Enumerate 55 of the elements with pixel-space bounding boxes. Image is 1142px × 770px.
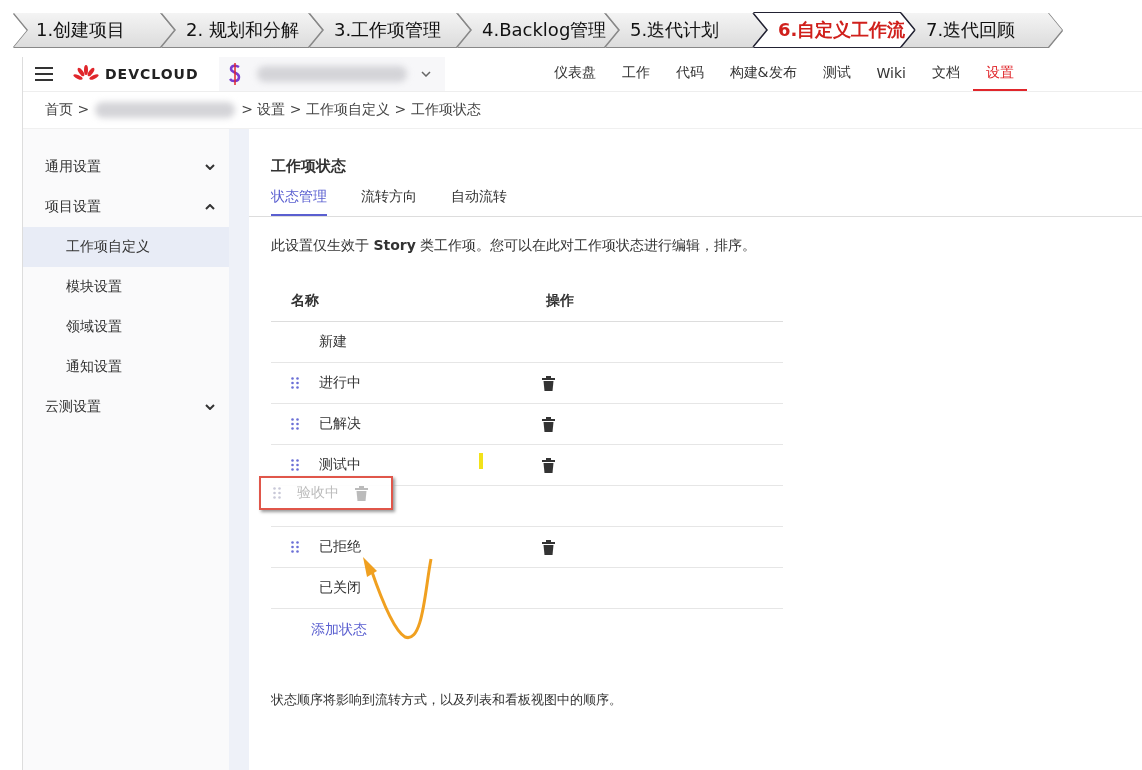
drag-handle-icon[interactable]: [291, 459, 299, 471]
drag-handle-icon[interactable]: [291, 418, 299, 430]
text-cursor: [479, 453, 483, 469]
menu-icon[interactable]: [35, 67, 53, 81]
sidebar-item[interactable]: 工作项自定义: [23, 227, 229, 267]
chevron-icon: [205, 404, 215, 410]
status-name: 进行中: [319, 374, 361, 392]
tab[interactable]: 自动流转: [451, 188, 507, 216]
nav-tab[interactable]: 构建&发布: [716, 57, 810, 91]
nav-tab[interactable]: 仪表盘: [540, 57, 609, 91]
step-tab[interactable]: 3.工作项管理: [310, 13, 470, 47]
logo-text: DEVCLOUD: [105, 66, 199, 82]
description-text: 此设置仅生效于 Story 类工作项。您可以在此对工作项状态进行编辑，排序。: [270, 237, 758, 255]
nav-tab[interactable]: 工作: [608, 57, 663, 91]
caret-icon[interactable]: [420, 71, 431, 77]
drag-handle-icon[interactable]: [291, 541, 299, 553]
delete-icon[interactable]: [542, 539, 555, 555]
breadcrumb-link[interactable]: 首页 >: [45, 101, 90, 119]
chevron-icon: [205, 164, 215, 170]
delete-icon[interactable]: [542, 416, 555, 432]
status-name: 已关闭: [319, 579, 361, 597]
breadcrumb-path: > 设置 > 工作项自定义 > 工作项状态: [241, 101, 481, 119]
nav-tab[interactable]: 代码: [662, 57, 717, 91]
tab[interactable]: 状态管理: [271, 188, 327, 216]
sidebar-item[interactable]: 领域设置: [23, 307, 229, 347]
nav-tab[interactable]: 设置: [972, 57, 1027, 91]
step-tab[interactable]: 2. 规划和分解: [162, 13, 322, 47]
sidebar-group[interactable]: 项目设置: [23, 187, 229, 227]
status-name: 新建: [319, 333, 347, 351]
status-name: 已拒绝: [319, 538, 361, 556]
step-tab[interactable]: 1.创建项目: [14, 13, 174, 47]
project-icon: [226, 62, 243, 86]
footer-note: 状态顺序将影响到流转方式，以及列表和看板视图中的顺序。: [270, 691, 623, 709]
sidebar-item[interactable]: 通知设置: [23, 347, 229, 387]
tab[interactable]: 流转方向: [361, 188, 417, 216]
status-name: 测试中: [319, 456, 361, 474]
chevron-icon: [205, 204, 215, 210]
nav-tab[interactable]: 测试: [809, 57, 864, 91]
nav-tab[interactable]: 文档: [918, 57, 973, 91]
drag-handle-icon[interactable]: [291, 377, 299, 389]
delete-icon[interactable]: [542, 457, 555, 473]
flower-logo-icon: [73, 65, 99, 83]
add-status-link[interactable]: 添加状态: [311, 621, 367, 639]
status-name: 已解决: [319, 415, 361, 433]
column-header: 名称: [291, 292, 320, 310]
step-tab[interactable]: 5.迭代计划: [606, 13, 766, 47]
status-name: 验收中: [297, 484, 339, 502]
nav-tab[interactable]: Wiki: [863, 57, 919, 91]
step-tab[interactable]: 4.Backlog管理: [458, 13, 618, 47]
section-title: 工作项状态: [270, 157, 347, 176]
delete-icon[interactable]: [542, 375, 555, 391]
sidebar-group[interactable]: 云测设置: [23, 387, 229, 427]
sidebar-group[interactable]: 通用设置: [23, 147, 229, 187]
sidebar-item[interactable]: 模块设置: [23, 267, 229, 307]
column-header: 操作: [546, 292, 574, 310]
